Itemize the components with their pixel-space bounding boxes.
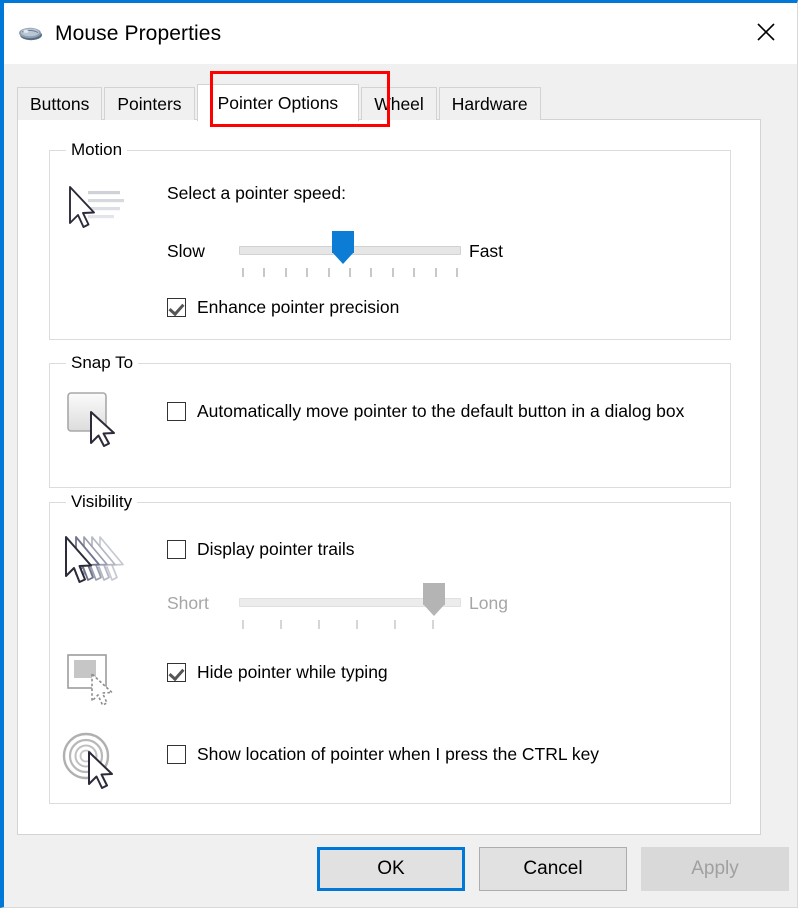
tick bbox=[327, 268, 330, 277]
tab-list: Buttons Pointers Pointer Options Wheel H… bbox=[17, 84, 543, 121]
checkbox-label: Hide pointer while typing bbox=[197, 662, 388, 682]
show-pointer-location-checkbox[interactable]: Show location of pointer when I press th… bbox=[167, 743, 599, 766]
pointer-speed-slider-ticks bbox=[242, 268, 458, 277]
hide-pointer-typing-icon bbox=[53, 648, 133, 712]
tick bbox=[413, 268, 416, 277]
mouse-properties-dialog: Mouse Properties Buttons Pointers Pointe… bbox=[0, 0, 798, 908]
tab-buttons[interactable]: Buttons bbox=[17, 87, 103, 120]
snap-to-group-legend: Snap To bbox=[66, 353, 139, 373]
hide-pointer-while-typing-checkbox[interactable]: Hide pointer while typing bbox=[167, 661, 388, 684]
mouse-icon bbox=[16, 22, 46, 46]
pointer-options-panel: Motion Select a pointer speed: Slow Fast… bbox=[17, 119, 761, 835]
tab-hardware[interactable]: Hardware bbox=[438, 87, 541, 120]
display-pointer-trails-checkbox[interactable]: Display pointer trails bbox=[167, 538, 355, 561]
tick bbox=[242, 620, 244, 629]
pointer-speed-icon bbox=[53, 179, 133, 239]
tick bbox=[432, 620, 434, 629]
tick bbox=[391, 268, 394, 277]
snap-to-default-button-checkbox[interactable]: Automatically move pointer to the defaul… bbox=[167, 400, 684, 423]
checkbox-box[interactable] bbox=[167, 298, 186, 317]
motion-group-legend: Motion bbox=[66, 140, 128, 160]
tick bbox=[284, 268, 287, 277]
pointer-location-ctrl-icon bbox=[53, 727, 133, 795]
slider-speed-max-label: Fast bbox=[469, 241, 504, 261]
visibility-group-legend: Visibility bbox=[66, 492, 138, 512]
pointer-speed-label: Select a pointer speed: bbox=[167, 183, 347, 203]
tab-wheel[interactable]: Wheel bbox=[361, 87, 437, 120]
tick bbox=[263, 268, 266, 277]
enhance-pointer-precision-checkbox[interactable]: Enhance pointer precision bbox=[167, 296, 399, 319]
tick bbox=[356, 620, 358, 629]
slider-trails-max-label: Long bbox=[469, 593, 508, 613]
cancel-button[interactable]: Cancel bbox=[479, 847, 627, 891]
default-button-cursor-icon bbox=[53, 386, 133, 450]
motion-group: Motion Select a pointer speed: Slow Fast… bbox=[49, 140, 731, 340]
tick bbox=[348, 268, 351, 277]
checkbox-box[interactable] bbox=[167, 402, 186, 421]
checkbox-label: Automatically move pointer to the defaul… bbox=[197, 401, 685, 421]
tick bbox=[434, 268, 437, 277]
tab-pointers[interactable]: Pointers bbox=[104, 87, 195, 120]
visibility-group: Visibility Display pointer trails Short bbox=[49, 492, 731, 804]
dialog-footer: OK Cancel Apply bbox=[4, 835, 797, 907]
tab-pointer-options[interactable]: Pointer Options bbox=[196, 84, 360, 121]
snap-to-group: Snap To Automatically move pointer to th… bbox=[49, 353, 731, 488]
close-icon[interactable] bbox=[735, 3, 797, 61]
tick bbox=[280, 620, 282, 629]
tick bbox=[306, 268, 309, 277]
checkbox-label: Display pointer trails bbox=[197, 539, 355, 559]
checkbox-box[interactable] bbox=[167, 663, 186, 682]
ok-button[interactable]: OK bbox=[317, 847, 465, 891]
tick bbox=[242, 268, 244, 277]
checkbox-label: Enhance pointer precision bbox=[197, 297, 400, 317]
tick bbox=[318, 620, 320, 629]
pointer-trails-slider-ticks bbox=[242, 620, 434, 629]
pointer-trails-icon bbox=[53, 527, 133, 599]
apply-button[interactable]: Apply bbox=[641, 847, 789, 891]
checkbox-box[interactable] bbox=[167, 540, 186, 559]
checkbox-box[interactable] bbox=[167, 745, 186, 764]
checkbox-label: Show location of pointer when I press th… bbox=[197, 744, 600, 764]
slider-trails-min-label: Short bbox=[167, 593, 209, 613]
slider-speed-min-label: Slow bbox=[167, 241, 205, 261]
tick bbox=[455, 268, 458, 277]
title-bar: Mouse Properties bbox=[4, 3, 797, 64]
tick bbox=[394, 620, 396, 629]
tick bbox=[370, 268, 373, 277]
page-title: Mouse Properties bbox=[55, 21, 222, 45]
